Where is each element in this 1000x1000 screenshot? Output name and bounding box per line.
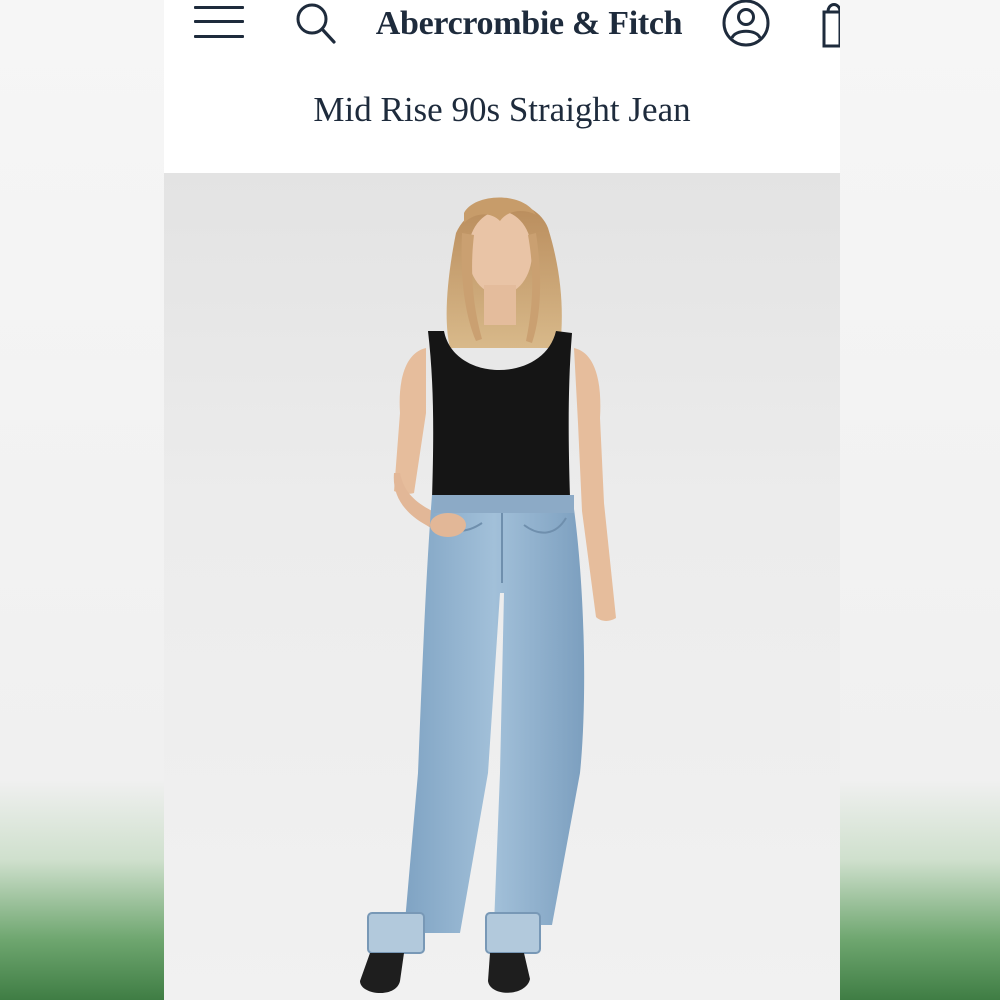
app-screen: Abercrombie & Fitch Mid Rise 90s Straigh… [164,0,840,1000]
account-icon[interactable] [720,0,772,50]
background-left [0,0,164,1000]
bag-icon[interactable] [820,0,840,48]
search-icon[interactable] [292,0,342,46]
model-illustration [360,197,616,994]
top-nav-bar: Abercrombie & Fitch [164,0,840,48]
background-right [840,0,1000,1000]
brand-logo[interactable]: Abercrombie & Fitch [354,2,704,46]
product-title: Mid Rise 90s Straight Jean [313,90,691,129]
menu-icon[interactable] [192,2,246,42]
product-image[interactable] [164,173,840,1000]
